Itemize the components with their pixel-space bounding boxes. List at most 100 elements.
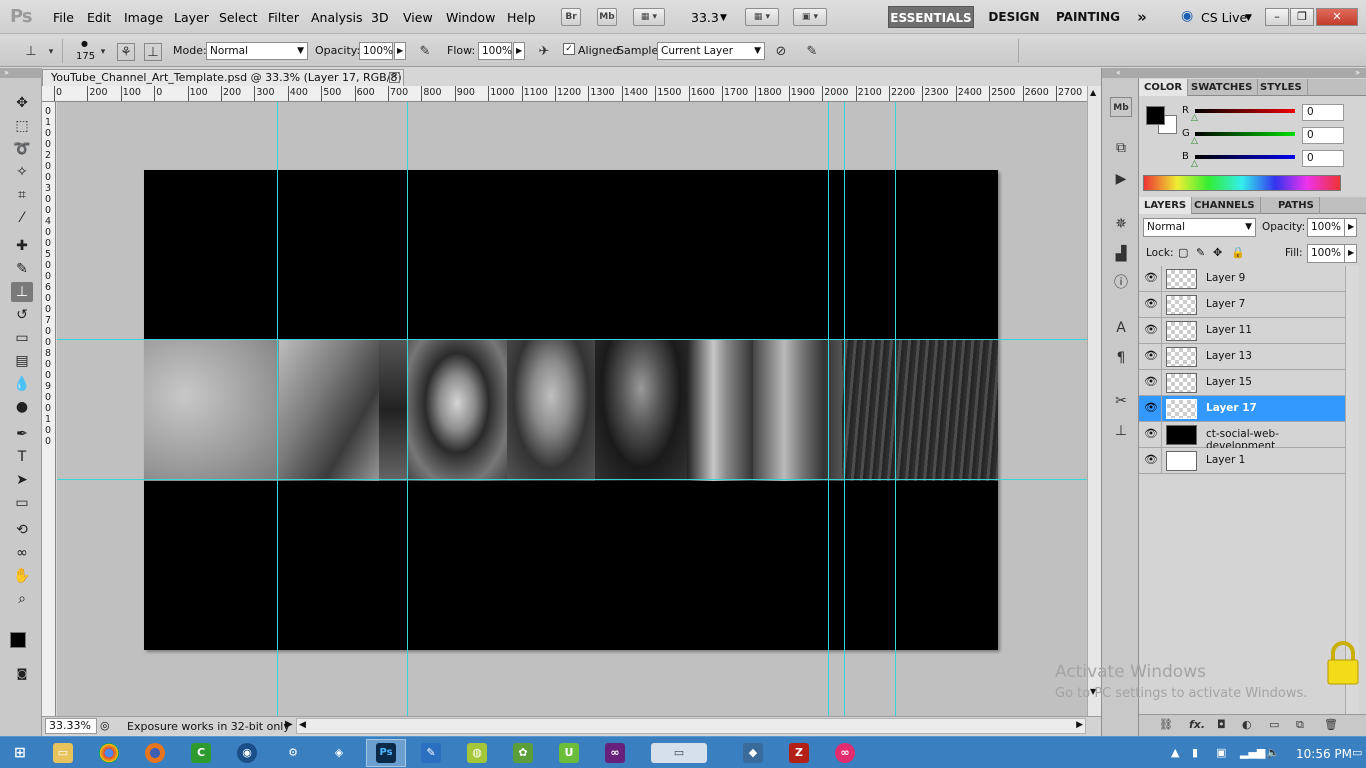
color-spectrum-bar[interactable] [1143,175,1341,191]
camtasia-icon[interactable]: C [191,743,211,763]
tab-layers[interactable]: LAYERS [1139,197,1193,214]
pen-tool-icon[interactable]: ✒ [11,424,33,444]
guide-horizontal[interactable] [57,339,1087,340]
layer-style-icon[interactable]: fx. [1189,718,1205,731]
quick-mask-icon[interactable]: ◙ [11,664,33,684]
channel-art-document[interactable] [144,170,998,650]
canvas-area[interactable] [57,102,1087,716]
slider-marker-icon[interactable]: △ [1191,113,1198,123]
collapse-panels-icon[interactable]: » [1139,68,1366,78]
mini-bridge-button[interactable]: Mb [597,8,617,26]
histogram-panel-icon[interactable]: ▟ [1110,244,1132,264]
menu-image[interactable]: Image [124,10,163,25]
hand-tool-icon[interactable]: ✋ [11,566,33,586]
display-icon[interactable]: ▣ [1216,746,1226,759]
clone-source-panel-icon[interactable]: ⊥ [1110,421,1132,441]
scroll-right-icon[interactable]: ▶ [1076,720,1083,730]
layer-row[interactable]: 👁 Layer 13 [1139,344,1345,370]
blur-tool-icon[interactable]: 💧 [11,374,33,394]
network-icon[interactable]: ▂▄▆ [1240,746,1265,759]
filezilla-icon[interactable]: Z [789,743,809,763]
close-window-button[interactable]: ✕ [1316,8,1358,26]
clone-stamp-tool-preset-icon[interactable]: ⊥ [22,43,40,61]
layer-row[interactable]: 👁 Layer 15 [1139,370,1345,396]
history-brush-tool-icon[interactable]: ↺ [11,305,33,325]
healing-brush-tool-icon[interactable]: ✚ [11,236,33,256]
workspace-painting[interactable]: PAINTING [1055,6,1121,28]
chevron-down-icon[interactable]: ▾ [94,43,112,61]
gradient-tool-icon[interactable]: ▤ [11,351,33,371]
menu-view[interactable]: View [403,10,433,25]
taskbar-clock[interactable]: 10:56 PM [1296,747,1352,761]
visual-studio-icon[interactable]: ∞ [605,743,625,763]
opacity-input[interactable]: 100% [359,42,393,60]
crop-tool-icon[interactable]: ⌗ [11,185,33,205]
zoom-level-dropdown[interactable]: 33.3 [691,10,719,25]
layer-mask-icon[interactable]: ◘ [1217,718,1226,731]
new-group-icon[interactable]: ▭ [1269,718,1279,731]
screen-mode-button[interactable]: ▣ ▾ [793,8,827,26]
slider-marker-icon[interactable]: △ [1191,136,1198,146]
path-selection-tool-icon[interactable]: ➤ [11,470,33,490]
tab-swatches[interactable]: SWATCHES [1186,79,1259,96]
menu-help[interactable]: Help [507,10,536,25]
layer-row[interactable]: 👁 Layer 9 [1139,266,1345,292]
unity-icon[interactable]: ◈ [329,743,349,763]
tab-color[interactable]: COLOR [1139,79,1189,96]
blend-mode-select[interactable]: Normal ▼ [1143,218,1256,237]
3d-orbit-tool-icon[interactable]: ∞ [11,543,33,563]
file-explorer-icon[interactable]: ▭ [53,743,73,763]
volume-icon[interactable]: 🔈 [1266,746,1280,759]
view-extras-button[interactable]: ▦ ▾ [633,8,665,26]
fill-input[interactable]: 100% [1307,244,1345,263]
menu-layer[interactable]: Layer [174,10,209,25]
zoom-field[interactable]: 33.33% [45,718,97,734]
start-button-icon[interactable]: ⊞ [10,743,30,763]
marquee-tool-icon[interactable]: ⬚ [11,116,33,136]
slider-marker-icon[interactable]: △ [1191,159,1198,169]
fill-arrow-icon[interactable]: ▶ [1344,244,1357,263]
cs-live-menu[interactable]: CS Live [1201,10,1247,25]
guide-vertical[interactable] [895,102,896,716]
3d-rotate-tool-icon[interactable]: ⟲ [11,520,33,540]
mini-bridge-panel-icon[interactable]: Mb [1110,97,1132,117]
visibility-eye-icon[interactable]: 👁 [1143,427,1159,440]
status-menu-arrow-icon[interactable]: ▶ [285,719,293,730]
menu-edit[interactable]: Edit [87,10,111,25]
workspace-design[interactable]: DESIGN [986,6,1042,28]
menu-select[interactable]: Select [219,10,258,25]
layer-row[interactable]: 👁 ct-social-web-development [1139,422,1345,452]
photoshop-taskbar-icon[interactable]: Ps [376,743,396,763]
more-workspaces-icon[interactable]: » [1132,6,1152,28]
app-cube-icon[interactable]: ◆ [743,743,763,763]
collapse-panel-icon[interactable]: » [0,68,42,78]
show-hidden-icons-icon[interactable]: ▲ [1171,746,1179,759]
chrome-icon[interactable] [99,743,119,763]
tab-styles[interactable]: STYLES [1255,79,1308,96]
settings-app-icon[interactable]: ⚙ [283,743,303,763]
tool-presets-panel-icon[interactable]: ✂ [1110,391,1132,411]
tab-paths[interactable]: PATHS [1273,197,1320,214]
menu-window[interactable]: Window [446,10,495,25]
blue-slider[interactable] [1195,155,1295,159]
sample-select[interactable]: Current Layer ▼ [657,42,765,60]
lock-all-icon[interactable]: 🔒 [1231,246,1245,259]
tab-channels[interactable]: CHANNELS [1189,197,1261,214]
minimize-button[interactable]: – [1265,8,1289,26]
airbrush-icon[interactable]: ✈ [535,43,553,61]
notifications-icon[interactable]: ▭ [1352,746,1362,759]
clone-source-panel-icon[interactable]: ⊥ [144,43,162,61]
lock-transparent-icon[interactable]: ▢ [1178,246,1188,259]
quick-selection-tool-icon[interactable]: ✧ [11,162,33,182]
red-value[interactable]: 0 [1302,104,1344,121]
delete-layer-icon[interactable]: 🗑 [1324,718,1338,731]
restore-button[interactable]: ❐ [1290,8,1314,26]
ignore-adjustment-layers-icon[interactable]: ⊘ [772,43,790,61]
layer-opacity-input[interactable]: 100% [1307,218,1345,237]
foreground-color-swatch[interactable] [1146,106,1165,125]
collapse-dock-icon[interactable]: « [1102,68,1140,78]
guide-vertical[interactable] [844,102,845,716]
arrange-documents-button[interactable]: ▦ ▾ [745,8,779,26]
visibility-eye-icon[interactable]: 👁 [1143,297,1159,310]
visibility-eye-icon[interactable]: 👁 [1143,323,1159,336]
